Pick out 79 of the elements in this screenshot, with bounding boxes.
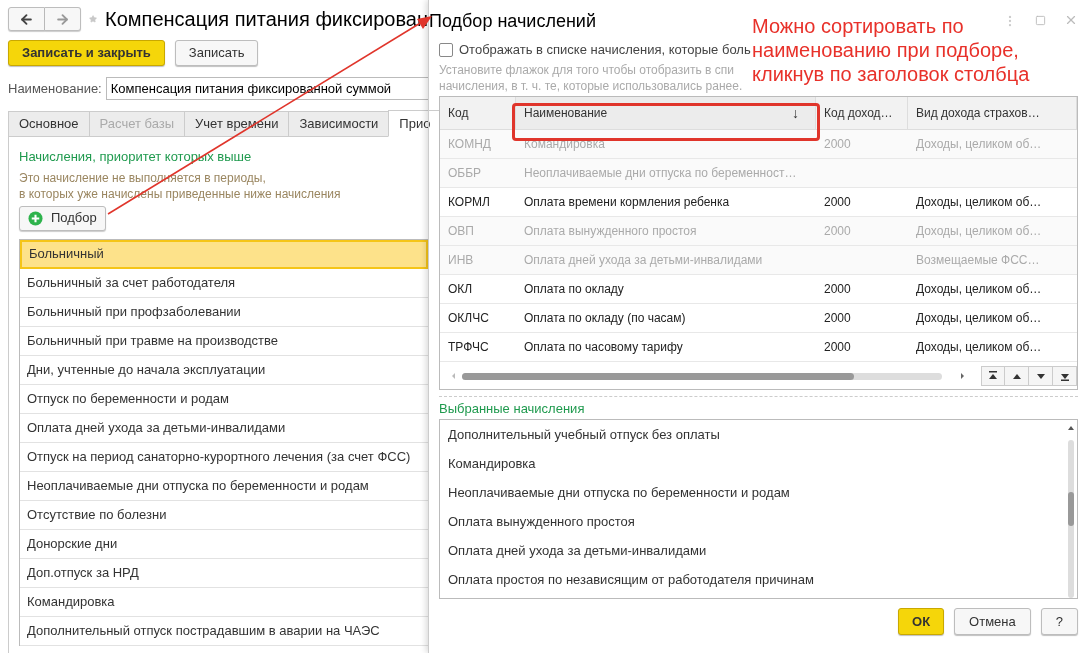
list-item[interactable]: Неоплачиваемые дни отпуска по беременности и родам — [448, 482, 790, 503]
table-cell-text: 2000 — [824, 223, 851, 240]
tab[interactable]: Основное — [8, 111, 89, 137]
list-row[interactable]: Дополнительный отпуск пострадавшим в аварии на ЧАЭС — [20, 616, 428, 646]
table-cell-text: КОМНД — [448, 136, 491, 153]
list-item[interactable]: Оплата дней ухода за детьми-инвалидами — [448, 540, 707, 561]
table-cell-text: Неоплачиваемые дни отпуска по беременност… — [524, 165, 797, 182]
table-cell-text: 2000 — [824, 339, 851, 356]
first-icon — [987, 369, 999, 382]
close-icon[interactable] — [1064, 13, 1078, 27]
back-arrow-icon — [19, 11, 34, 27]
column-header[interactable]: Код доход… — [816, 97, 908, 129]
list-item[interactable]: Командировка — [448, 453, 536, 474]
table-cell-text: ОКЛ — [448, 281, 473, 298]
table-cell-text: Доходы, целиком об… — [916, 339, 1042, 356]
table-cell-text: ОКЛЧС — [448, 310, 489, 327]
list-item[interactable]: Дополнительный учебный отпуск без оплаты — [448, 424, 720, 445]
table-cell-text: ТРФЧС — [448, 339, 489, 356]
list-row[interactable]: Отпуск на период санаторно-курортного лечения (за счет ФСС) — [20, 442, 428, 472]
table-cell-text: Доходы, целиком об… — [916, 281, 1042, 298]
table-cell-text: Доходы, целиком об… — [916, 136, 1042, 153]
tab[interactable]: Зависимости — [288, 111, 389, 137]
list-row[interactable]: Дни, учтенные до начала эксплуатации — [20, 355, 428, 385]
table-cell-text: Доходы, целиком об… — [916, 194, 1042, 211]
list-item[interactable]: Оплата простоя по независящим от работодателя причинам — [448, 569, 814, 590]
save-and-close-button[interactable]: Записать и закрыть — [8, 40, 165, 66]
hint-text: Установите флажок для того чтобы отобразить в спи начисления, в т. ч. те, которые использовались ранее. — [439, 62, 743, 94]
scroll-to-bottom-button[interactable] — [1053, 365, 1077, 386]
list-row[interactable]: Неоплачиваемые дни отпуска по беременности и родам — [20, 471, 428, 501]
save-button[interactable]: Записать — [174, 40, 259, 66]
list-row[interactable]: Больничный — [20, 239, 428, 269]
field-label: Наименование: — [8, 79, 102, 98]
help-button[interactable]: ? — [1040, 608, 1078, 635]
table-cell-text: ОВП — [448, 223, 474, 240]
table-cell-text: Оплата по окладу (по часам) — [524, 310, 686, 327]
checkbox-label: Отображать в списке начисления, которые боль — [459, 41, 751, 60]
table-cell-text: 2000 — [824, 194, 851, 211]
section-title: Выбранные начисления — [439, 399, 586, 418]
table-cell-text: 2000 — [824, 136, 851, 153]
pick-button[interactable]: Подбор — [19, 205, 106, 231]
list-row[interactable]: Больничный при травме на производстве — [20, 326, 428, 356]
annotation-text: Можно сортировать по — [752, 14, 964, 38]
table-cell-text: Возмещаемые ФСС… — [916, 252, 1040, 269]
table-cell-text: Доходы, целиком об… — [916, 310, 1042, 327]
table-cell-text: Оплата по часовому тарифу — [524, 339, 683, 356]
table-cell-text: ОББР — [448, 165, 482, 182]
table-cell-text: Доходы, целиком об… — [916, 223, 1042, 240]
annotation-text: наименованию при подборе, — [752, 38, 1019, 62]
table-cell-text: Оплата дней ухода за детьми-инвалидами — [524, 252, 763, 269]
tab[interactable]: Прио — [388, 110, 441, 137]
column-header[interactable]: Вид дохода страхов… — [908, 97, 1077, 129]
list-row[interactable]: Больничный за счет работодателя — [20, 268, 428, 298]
table-cell-text: Оплата вынужденного простоя — [524, 223, 697, 240]
list-row[interactable]: Командировка — [20, 587, 428, 617]
list-row[interactable]: Больничный при профзаболевании — [20, 297, 428, 327]
ok-button[interactable]: ОК — [898, 608, 945, 635]
dialog-title: Подбор начислений — [429, 10, 596, 33]
plus-circle-icon — [28, 210, 43, 226]
cancel-button[interactable]: Отмена — [954, 608, 1031, 635]
table-cell-text: Командировка — [524, 136, 605, 153]
checkbox[interactable] — [439, 43, 453, 57]
table-cell-text: КОРМЛ — [448, 194, 490, 211]
scroll-to-top-button[interactable] — [981, 365, 1005, 386]
table-cell-text: Оплата времени кормления ребенка — [524, 194, 730, 211]
list-row[interactable]: Доп.отпуск за НРД — [20, 558, 428, 588]
scroll-up-button[interactable] — [1005, 365, 1029, 386]
window-title: Компенсация питания фиксирован — [105, 7, 428, 32]
annotation-text: кликнув по заголовок столбца — [752, 62, 1030, 86]
list-item[interactable]: Оплата вынужденного простоя — [448, 511, 635, 532]
scroll-down-button[interactable] — [1029, 365, 1053, 386]
list-row[interactable]: Донорские дни — [20, 529, 428, 559]
list-row[interactable]: Оплата дней ухода за детьми-инвалидами — [20, 413, 428, 443]
table-cell-text: 2000 — [824, 310, 851, 327]
table-cell-text: 2000 — [824, 281, 851, 298]
list-row[interactable]: Отсутствие по болезни — [20, 500, 428, 530]
list-row[interactable]: Отпуск по беременности и родам — [20, 384, 428, 414]
back-button[interactable] — [8, 7, 45, 31]
table-cell-text: Оплата по окладу — [524, 281, 624, 298]
table-cell-text: ИНВ — [448, 252, 474, 269]
